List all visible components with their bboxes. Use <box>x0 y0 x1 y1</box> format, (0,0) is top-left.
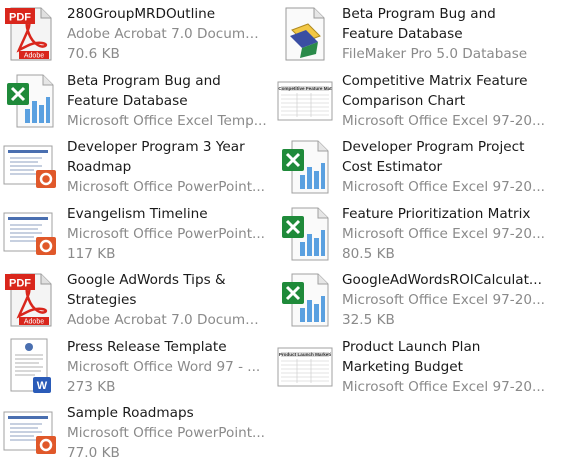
file-name: Strategies <box>67 292 137 308</box>
file-type: Microsoft Office Excel Temp... <box>67 112 267 129</box>
file-item[interactable]: Evangelism Timeline Microsoft Office Powe… <box>0 200 275 267</box>
file-item[interactable]: Product Launch Marketi Product Launch Pla… <box>275 333 583 400</box>
file-name: GoogleAdWordsROICalculat... <box>342 272 542 288</box>
file-name: Roadmap <box>67 159 132 175</box>
file-name: Beta Program Bug and <box>67 72 221 89</box>
svg-text:W: W <box>37 380 48 392</box>
pdf-icon: PDF Adobe <box>0 4 60 64</box>
file-details: Developer Program 3 Year Roadmap Microsoft… <box>60 137 265 197</box>
file-type: Microsoft Office Excel 97-20... <box>342 225 545 242</box>
file-name: Product Launch Plan <box>342 338 481 355</box>
file-type: Adobe Acrobat 7.0 Document <box>67 26 267 42</box>
file-name: Evangelism Timeline <box>67 205 208 222</box>
file-item[interactable]: GoogleAdWordsROICalculat... Microsoft Off… <box>275 266 583 333</box>
file-details: 280GroupMRDOutline Adobe Acrobat 7.0 Docu… <box>60 4 267 64</box>
file-item[interactable]: Beta Program Bug and Feature Database File… <box>275 0 583 67</box>
file-size: 80.5 KB <box>342 245 395 262</box>
file-details: Evangelism Timeline Microsoft Office Powe… <box>60 204 265 264</box>
file-name: Sample Roadmaps <box>67 405 194 421</box>
file-type: Microsoft Office Excel 97-20... <box>342 179 545 195</box>
file-type: Microsoft Office Excel 97-20... <box>342 112 545 129</box>
file-details: GoogleAdWordsROICalculat... Microsoft Off… <box>335 270 545 330</box>
file-size: 77.0 KB <box>67 445 120 461</box>
file-size: 32.5 KB <box>342 312 395 328</box>
file-details: Beta Program Bug and Feature Database Micr… <box>60 71 267 131</box>
file-details: Product Launch Plan Marketing Budget Micro… <box>335 337 545 397</box>
powerpoint-icon <box>0 403 60 463</box>
file-details: Feature Prioritization Matrix Microsoft O… <box>335 204 545 264</box>
file-item[interactable]: W Press Release Template Microsoft Office… <box>0 333 275 400</box>
excel-icon <box>275 270 335 330</box>
file-item[interactable]: Beta Program Bug and Feature Database Micr… <box>0 67 275 134</box>
word-icon: W <box>0 337 60 397</box>
file-details: Sample Roadmaps Microsoft Office PowerPoi… <box>60 403 265 463</box>
filemaker-icon <box>275 4 335 64</box>
powerpoint-icon <box>0 137 60 197</box>
file-name: Competitive Matrix Feature <box>342 72 528 89</box>
file-details: Google AdWords Tips & Strategies Adobe Acr… <box>60 270 267 330</box>
file-item[interactable]: Developer Program Project Cost Estimator M… <box>275 133 583 200</box>
thumbnail-title: Product Launch Marketi <box>279 352 331 357</box>
excel-icon <box>0 71 60 131</box>
file-details: Beta Program Bug and Feature Database File… <box>335 4 527 64</box>
file-item[interactable]: Sample Roadmaps Microsoft Office PowerPoi… <box>0 399 275 466</box>
file-name: Cost Estimator <box>342 159 443 175</box>
file-type: Microsoft Office PowerPoint... <box>67 425 265 441</box>
file-item[interactable]: PDF Adobe Google AdWords Tips & Strategie… <box>0 266 275 333</box>
file-size: 70.6 KB <box>67 46 120 62</box>
file-details: Competitive Matrix Feature Comparison Cha… <box>335 71 545 131</box>
file-type: Microsoft Office Excel 97-20... <box>342 292 545 308</box>
file-type: Microsoft Office Excel 97-20... <box>342 378 545 395</box>
file-name: Feature Database <box>342 26 463 42</box>
file-list: PDF Adobe 280GroupMRDOutline Adobe Acroba… <box>0 0 583 466</box>
file-name: 280GroupMRDOutline <box>67 6 216 22</box>
file-name: Google AdWords Tips & <box>67 272 226 288</box>
file-details: Press Release Template Microsoft Office W… <box>60 337 260 397</box>
file-item[interactable]: Feature Prioritization Matrix Microsoft O… <box>275 200 583 267</box>
file-name: Feature Prioritization Matrix <box>342 205 531 222</box>
file-type: Microsoft Office Word 97 - ... <box>67 358 261 375</box>
file-size: 117 KB <box>67 245 116 262</box>
file-name: Feature Database <box>67 92 188 109</box>
svg-text:Adobe: Adobe <box>24 53 44 60</box>
file-type: Microsoft Office PowerPoint... <box>67 179 265 195</box>
excel-thumbnail-icon: Product Launch Marketi <box>275 337 335 397</box>
excel-icon <box>275 137 335 197</box>
svg-text:Adobe: Adobe <box>24 319 44 326</box>
file-name: Developer Program 3 Year <box>67 139 245 155</box>
file-name: Beta Program Bug and <box>342 6 496 22</box>
excel-thumbnail-icon: Competitive Feature Mat <box>275 71 335 131</box>
file-item[interactable]: Competitive Feature Mat Competitive Matri… <box>275 67 583 134</box>
file-item[interactable]: PDF Adobe 280GroupMRDOutline Adobe Acroba… <box>0 0 275 67</box>
excel-icon <box>275 204 335 264</box>
file-details: Developer Program Project Cost Estimator M… <box>335 137 545 197</box>
powerpoint-icon <box>0 204 60 264</box>
file-name: Marketing Budget <box>342 358 463 375</box>
thumbnail-title: Competitive Feature Mat <box>278 86 332 91</box>
file-type: Microsoft Office PowerPoint... <box>67 225 265 242</box>
file-type: Adobe Acrobat 7.0 Document <box>67 312 267 328</box>
file-name: Developer Program Project <box>342 139 525 155</box>
file-type: FileMaker Pro 5.0 Database <box>342 46 528 62</box>
file-name: Press Release Template <box>67 338 227 355</box>
file-size: 273 KB <box>67 378 116 395</box>
file-name: Comparison Chart <box>342 92 466 109</box>
file-item[interactable]: Developer Program 3 Year Roadmap Microsoft… <box>0 133 275 200</box>
pdf-icon: PDF Adobe <box>0 270 60 330</box>
